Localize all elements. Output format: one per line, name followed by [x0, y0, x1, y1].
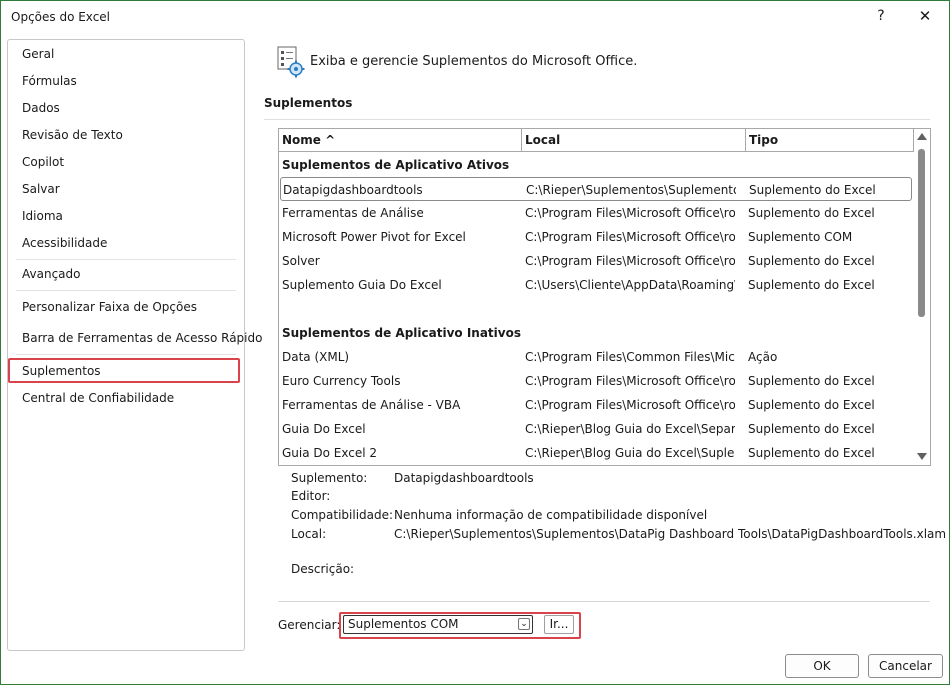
manage-select-value: Suplementos COM	[348, 617, 459, 631]
cell-name: Suplemento Guia Do Excel	[282, 278, 442, 292]
cell-type: Suplemento do Excel	[748, 422, 875, 436]
sidebar-item-central-confiabilidade[interactable]: Central de Confiabilidade	[22, 388, 174, 408]
table-row[interactable]: Suplemento Guia Do Excel C:\Users\Client…	[279, 273, 913, 297]
table-row[interactable]: Guia Do Excel 2 C:\Rieper\Blog Guia do E…	[279, 441, 913, 465]
detail-value-suplemento: Datapigdashboardtools	[394, 471, 534, 485]
table-scrollbar[interactable]	[914, 129, 929, 465]
table-row[interactable]: Ferramentas de Análise C:\Program Files\…	[279, 201, 913, 225]
detail-label-local: Local:	[291, 527, 327, 541]
cancel-button[interactable]: Cancelar	[868, 654, 943, 678]
table-row[interactable]: Guia Do Excel C:\Rieper\Blog Guia do Exc…	[279, 417, 913, 441]
sidebar-item-copilot[interactable]: Copilot	[22, 152, 64, 172]
detail-label-descricao: Descrição:	[291, 562, 355, 576]
sidebar-item-personalizar-faixa[interactable]: Personalizar Faixa de Opções	[22, 297, 197, 317]
cell-name: Microsoft Power Pivot for Excel	[282, 230, 466, 244]
table-row[interactable]: Euro Currency Tools C:\Program Files\Mic…	[279, 369, 913, 393]
sidebar-item-avancado[interactable]: Avançado	[22, 264, 80, 284]
go-button[interactable]: Ir...	[544, 615, 574, 634]
cell-location: C:\Program Files\Microsoft Office\root	[525, 206, 735, 220]
detail-label-editor: Editor:	[291, 489, 331, 503]
cell-name: Guia Do Excel	[282, 422, 366, 436]
excel-options-dialog: Opções do Excel ? ✕ Geral Fórmulas Dados…	[0, 0, 950, 685]
table-row[interactable]: Solver C:\Program Files\Microsoft Office…	[279, 249, 913, 273]
cell-name: Euro Currency Tools	[282, 374, 401, 388]
chevron-down-icon[interactable]: ⌄	[518, 618, 530, 630]
sidebar-item-acessibilidade[interactable]: Acessibilidade	[22, 233, 107, 253]
column-header-local[interactable]: Local	[522, 129, 746, 152]
cell-name: Solver	[282, 254, 320, 268]
sidebar-item-suplementos[interactable]: Suplementos	[22, 361, 101, 381]
manage-select[interactable]: Suplementos COM ⌄	[343, 615, 533, 634]
cell-type: Ação	[748, 350, 778, 364]
cell-location: C:\Rieper\Suplementos\Suplementos\	[526, 183, 736, 197]
scroll-up-icon[interactable]	[917, 133, 927, 140]
cell-location: C:\Program Files\Microsoft Office\root	[525, 254, 735, 268]
sidebar-divider	[16, 259, 236, 260]
sidebar-item-geral[interactable]: Geral	[22, 44, 54, 64]
cell-name: Datapigdashboardtools	[283, 183, 423, 197]
scroll-thumb[interactable]	[918, 149, 925, 317]
section-divider	[264, 119, 930, 120]
detail-label-suplemento: Suplemento:	[291, 471, 368, 485]
sidebar-item-dados[interactable]: Dados	[22, 98, 60, 118]
title-bar: Opções do Excel ? ✕	[1, 1, 949, 33]
cell-name: Ferramentas de Análise	[282, 206, 424, 220]
cell-name: Data (XML)	[282, 350, 350, 364]
cell-location: C:\Program Files\Microsoft Office\root	[525, 374, 735, 388]
cell-location: C:\Program Files\Common Files\Micro	[525, 350, 735, 364]
manage-divider	[278, 601, 930, 602]
table-row[interactable]: Datapigdashboardtools C:\Rieper\Suplemen…	[280, 177, 912, 201]
column-header-nome[interactable]: Nome ^	[279, 129, 522, 152]
help-icon[interactable]: ?	[873, 8, 889, 24]
cell-type: Suplemento do Excel	[749, 183, 876, 197]
column-header-tipo[interactable]: Tipo	[746, 129, 914, 152]
table-row[interactable]: Ferramentas de Análise - VBA C:\Program …	[279, 393, 913, 417]
table-row[interactable]: Data (XML) C:\Program Files\Common Files…	[279, 345, 913, 369]
cell-type: Suplemento do Excel	[748, 446, 875, 460]
cell-location: C:\Rieper\Blog Guia do Excel\Supleme	[525, 446, 735, 460]
cell-location: C:\Rieper\Blog Guia do Excel\Separar D	[525, 422, 735, 436]
sidebar-item-formulas[interactable]: Fórmulas	[22, 71, 77, 91]
addins-gear-icon	[276, 46, 306, 78]
cell-type: Suplemento do Excel	[748, 206, 875, 220]
cell-type: Suplemento do Excel	[748, 278, 875, 292]
group-header-inactive: Suplementos de Aplicativo Inativos	[282, 326, 521, 340]
cell-type: Suplemento do Excel	[748, 374, 875, 388]
sidebar-item-revisao[interactable]: Revisão de Texto	[22, 125, 123, 145]
cell-name: Ferramentas de Análise - VBA	[282, 398, 461, 412]
options-sidebar: Geral Fórmulas Dados Revisão de Texto Co…	[7, 39, 262, 651]
cell-type: Suplemento do Excel	[748, 254, 875, 268]
detail-value-local: C:\Rieper\Suplementos\Suplementos\DataPi…	[394, 527, 947, 541]
ok-button[interactable]: OK	[785, 654, 859, 678]
detail-value-compatibilidade: Nenhuma informação de compatibilidade di…	[394, 508, 708, 522]
page-description: Exiba e gerencie Suplementos do Microsof…	[310, 54, 638, 69]
close-icon[interactable]: ✕	[916, 7, 934, 25]
addins-table: Nome ^ Local Tipo Suplementos de Aplicat…	[278, 128, 931, 466]
cell-location: C:\Program Files\Microsoft Office\root	[525, 398, 735, 412]
section-title: Suplementos	[264, 96, 353, 110]
table-row[interactable]: Microsoft Power Pivot for Excel C:\Progr…	[279, 225, 913, 249]
cell-location: C:\Program Files\Microsoft Office\root	[525, 230, 735, 244]
cell-location: C:\Users\Cliente\AppData\Roaming\M	[525, 278, 735, 292]
group-header-active: Suplementos de Aplicativo Ativos	[282, 158, 510, 172]
manage-label: Gerenciar:	[278, 618, 341, 632]
window-title: Opções do Excel	[11, 10, 111, 24]
sidebar-item-barra-acesso-rapido[interactable]: Barra de Ferramentas de Acesso Rápido	[22, 328, 262, 348]
scroll-down-icon[interactable]	[917, 453, 927, 460]
cell-type: Suplemento do Excel	[748, 398, 875, 412]
sidebar-divider	[16, 354, 236, 355]
sidebar-item-idioma[interactable]: Idioma	[22, 206, 63, 226]
cell-name: Guia Do Excel 2	[282, 446, 378, 460]
cell-type: Suplemento COM	[748, 230, 853, 244]
sidebar-item-salvar[interactable]: Salvar	[22, 179, 60, 199]
detail-label-compatibilidade: Compatibilidade:	[291, 508, 394, 522]
sidebar-divider	[16, 290, 236, 291]
